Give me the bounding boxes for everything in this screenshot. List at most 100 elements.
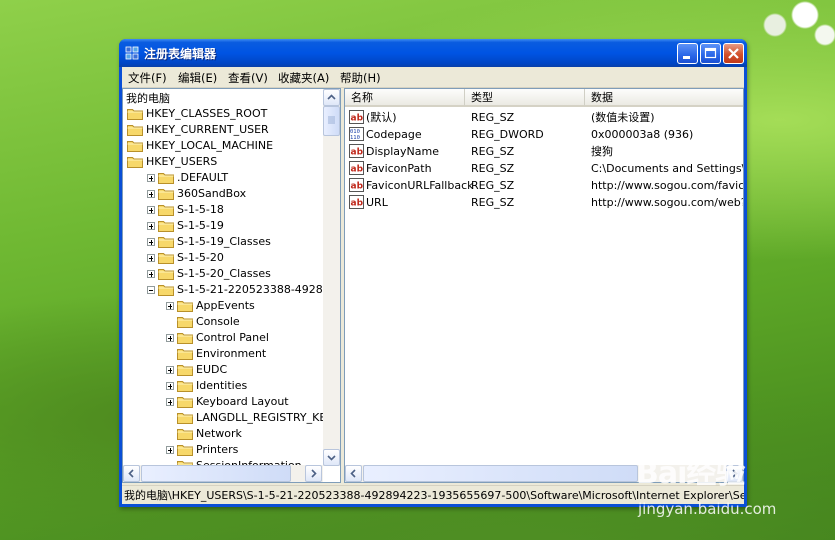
column-header-name[interactable]: 名称 xyxy=(345,89,465,107)
expand-icon[interactable] xyxy=(147,222,155,230)
tree-item-user[interactable]: S-1-5-21-220523388-492894223 xyxy=(123,282,340,298)
title-bar[interactable]: 注册表编辑器 xyxy=(119,39,747,67)
tree-item-subkey[interactable]: EUDC xyxy=(123,362,323,378)
menu-favorites[interactable]: 收藏夹(A) xyxy=(278,70,329,86)
value-row[interactable]: ab (默认) REG_SZ (数值未设置) xyxy=(345,109,743,126)
folder-icon xyxy=(158,252,174,264)
tree-item-subkey[interactable]: LANGDLL_REGISTRY_KEY xyxy=(123,410,333,426)
folder-icon xyxy=(177,316,193,328)
value-type: REG_DWORD xyxy=(471,128,544,141)
tree-scroll-right-button[interactable] xyxy=(305,465,322,482)
tree-item-hive[interactable]: HKEY_LOCAL_MACHINE xyxy=(123,138,323,154)
expand-icon[interactable] xyxy=(147,238,155,246)
tree-item-label: Console xyxy=(196,315,240,328)
tree-scroll-thumb[interactable] xyxy=(323,106,340,136)
expand-icon[interactable] xyxy=(166,398,174,406)
tree-item-label: S-1-5-19 xyxy=(177,219,224,232)
menu-edit[interactable]: 编辑(E) xyxy=(178,70,217,86)
menu-view[interactable]: 查看(V) xyxy=(228,70,268,86)
arrow-right-icon xyxy=(311,469,317,478)
tree-vertical-scrollbar[interactable] xyxy=(323,89,340,466)
menu-help[interactable]: 帮助(H) xyxy=(340,70,381,86)
tree-item-user[interactable]: S-1-5-20 xyxy=(123,250,323,266)
tree-item-label: S-1-5-19_Classes xyxy=(177,235,271,248)
value-list-pane[interactable]: 名称 类型 数据 ab (默认) REG_SZ (数值未设置) 010 110 Codepa… xyxy=(344,88,744,483)
tree-scroll-up-button[interactable] xyxy=(323,89,340,106)
value-row[interactable]: ab FaviconPath REG_SZ C:\Documents and Sett… xyxy=(345,160,743,177)
tree-item-label: .DEFAULT xyxy=(177,171,229,184)
registry-app-icon xyxy=(125,46,139,60)
folder-icon xyxy=(158,172,174,184)
string-value-icon: ab xyxy=(349,144,364,158)
value-name: FaviconPath xyxy=(366,162,432,175)
tree-item-subkey[interactable]: Console xyxy=(123,314,323,330)
tree-item-subkey[interactable]: Keyboard Layout xyxy=(123,394,323,410)
column-header-data[interactable]: 数据 xyxy=(585,89,743,107)
value-row[interactable]: ab FaviconURLFallback REG_SZ http://www.sog… xyxy=(345,177,743,194)
tree-item-subkey[interactable]: Environment xyxy=(123,346,323,362)
tree-item-hive[interactable]: HKEY_CURRENT_USER xyxy=(123,122,323,138)
menu-bar: 文件(F) 编辑(E) 查看(V) 收藏夹(A) 帮助(H) xyxy=(122,67,744,88)
expand-icon[interactable] xyxy=(166,302,174,310)
tree-item-subkey[interactable]: AppEvents xyxy=(123,298,323,314)
value-type: REG_SZ xyxy=(471,162,515,175)
value-data: 搜狗 xyxy=(591,145,613,158)
column-header-type[interactable]: 类型 xyxy=(465,89,585,107)
expand-icon[interactable] xyxy=(147,254,155,262)
expand-icon[interactable] xyxy=(166,382,174,390)
key-tree-pane[interactable]: 我的电脑 HKEY_CLASSES_ROOT HKEY_CURRENT_USER H… xyxy=(122,88,341,483)
tree-item-user[interactable]: 360SandBox xyxy=(123,186,323,202)
folder-icon xyxy=(177,300,193,312)
folder-icon xyxy=(177,364,193,376)
folder-icon xyxy=(177,444,193,456)
tree-item-subkey[interactable]: Printers xyxy=(123,442,323,458)
value-data: http://www.sogou.com/web?qu xyxy=(591,196,744,209)
tree-hscroll-thumb[interactable] xyxy=(141,465,291,482)
folder-icon xyxy=(177,428,193,440)
minimize-button[interactable] xyxy=(677,43,698,64)
folder-icon xyxy=(177,380,193,392)
menu-file[interactable]: 文件(F) xyxy=(128,70,167,86)
watermark-logo: Bai经验 xyxy=(636,456,745,491)
tree-item-user[interactable]: S-1-5-19 xyxy=(123,218,323,234)
folder-icon xyxy=(177,396,193,408)
maximize-button[interactable] xyxy=(700,43,721,64)
tree-item-user[interactable]: S-1-5-20_Classes xyxy=(123,266,323,282)
watermark-url: jingyan.baidu.com xyxy=(638,500,777,518)
expand-icon[interactable] xyxy=(147,270,155,278)
expand-icon[interactable] xyxy=(147,174,155,182)
close-icon xyxy=(728,48,739,59)
folder-icon xyxy=(158,284,174,296)
list-hscroll-thumb[interactable] xyxy=(363,465,638,482)
arrow-up-icon xyxy=(327,94,336,100)
tree-item-hive[interactable]: HKEY_USERS xyxy=(123,154,323,170)
tree-scroll-left-button[interactable] xyxy=(123,465,140,482)
string-value-icon: ab xyxy=(349,161,364,175)
expand-icon[interactable] xyxy=(166,366,174,374)
close-button[interactable] xyxy=(723,43,744,64)
arrow-left-icon xyxy=(128,469,134,478)
tree-item-user[interactable]: S-1-5-19_Classes xyxy=(123,234,323,250)
tree-item-hive[interactable]: HKEY_CLASSES_ROOT xyxy=(123,106,323,122)
value-name: FaviconURLFallback xyxy=(366,179,474,192)
value-row[interactable]: ab URL REG_SZ http://www.sogou.com/web?qu xyxy=(345,194,743,211)
tree-item-user[interactable]: .DEFAULT xyxy=(123,170,323,186)
value-data: (数值未设置) xyxy=(591,111,655,124)
expand-icon[interactable] xyxy=(166,334,174,342)
expand-icon[interactable] xyxy=(166,446,174,454)
value-row[interactable]: 010 110 Codepage REG_DWORD 0x000003a8 (936) xyxy=(345,126,743,143)
value-row[interactable]: ab DisplayName REG_SZ 搜狗 xyxy=(345,143,743,160)
folder-icon xyxy=(127,156,143,168)
expand-icon[interactable] xyxy=(147,206,155,214)
folder-icon xyxy=(177,332,193,344)
tree-item-subkey[interactable]: Identities xyxy=(123,378,323,394)
collapse-icon[interactable] xyxy=(147,286,155,294)
tree-root-my-computer[interactable]: 我的电脑 xyxy=(126,90,170,106)
tree-item-user[interactable]: S-1-5-18 xyxy=(123,202,323,218)
expand-icon[interactable] xyxy=(147,190,155,198)
tree-item-subkey[interactable]: Network xyxy=(123,426,323,442)
tree-scroll-down-button[interactable] xyxy=(323,449,340,466)
tree-item-subkey[interactable]: Control Panel xyxy=(123,330,323,346)
tree-horizontal-scrollbar[interactable] xyxy=(123,465,323,482)
list-scroll-left-button[interactable] xyxy=(345,465,362,482)
